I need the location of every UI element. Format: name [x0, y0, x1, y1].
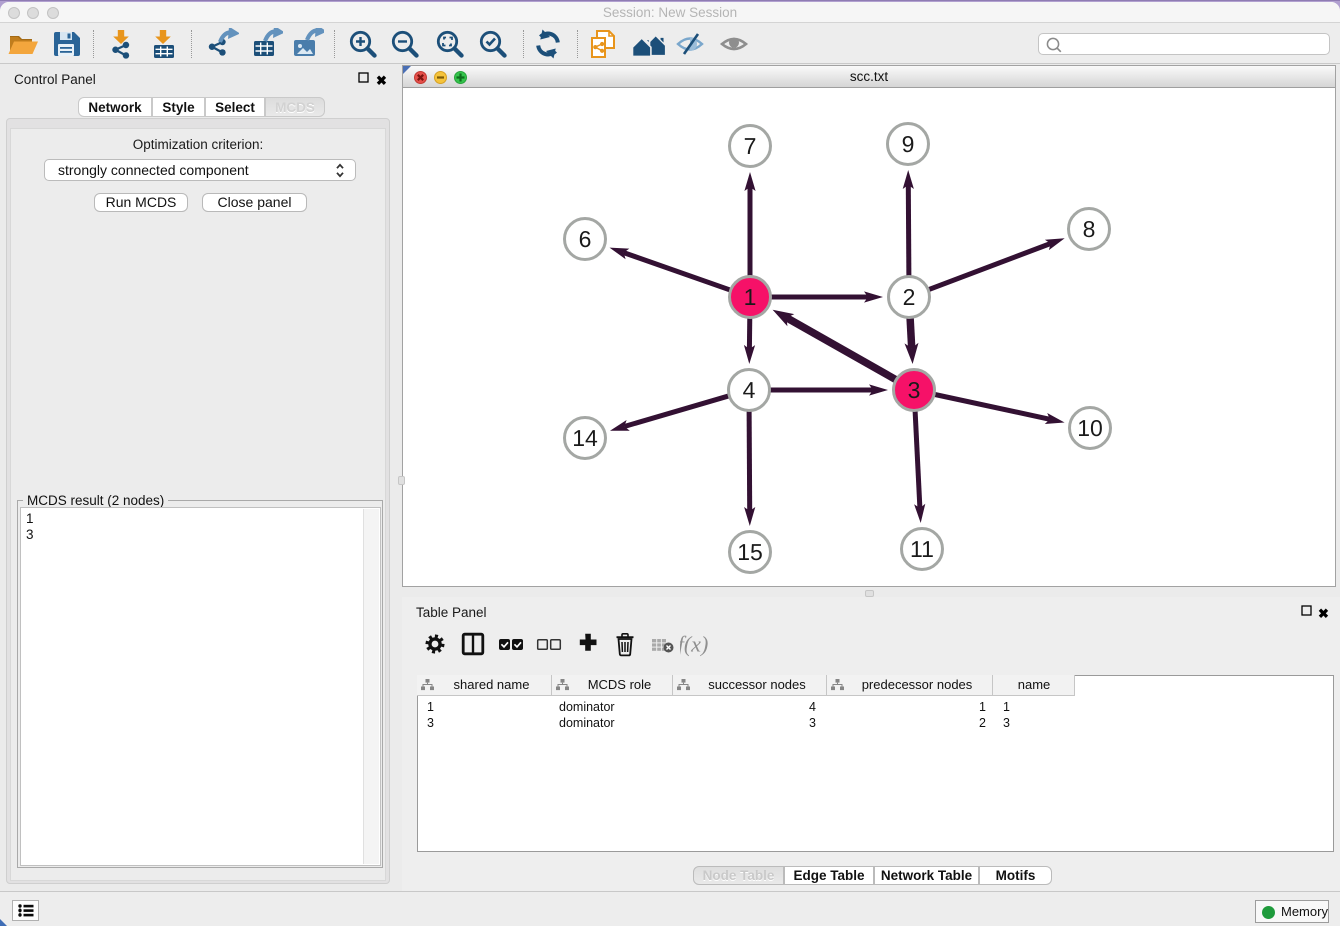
svg-text:7: 7	[744, 133, 757, 159]
svg-text:9: 9	[902, 131, 915, 157]
svg-text:14: 14	[572, 425, 598, 451]
svg-text:1: 1	[744, 284, 757, 310]
svg-text:2: 2	[903, 284, 916, 310]
svg-text:10: 10	[1077, 415, 1103, 441]
svg-text:8: 8	[1083, 216, 1096, 242]
svg-text:15: 15	[737, 539, 763, 565]
svg-text:f(x): f(x)	[680, 632, 708, 657]
svg-text:3: 3	[908, 377, 921, 403]
svg-text:4: 4	[743, 377, 756, 403]
svg-text:6: 6	[579, 226, 592, 252]
svg-text:11: 11	[910, 536, 934, 562]
